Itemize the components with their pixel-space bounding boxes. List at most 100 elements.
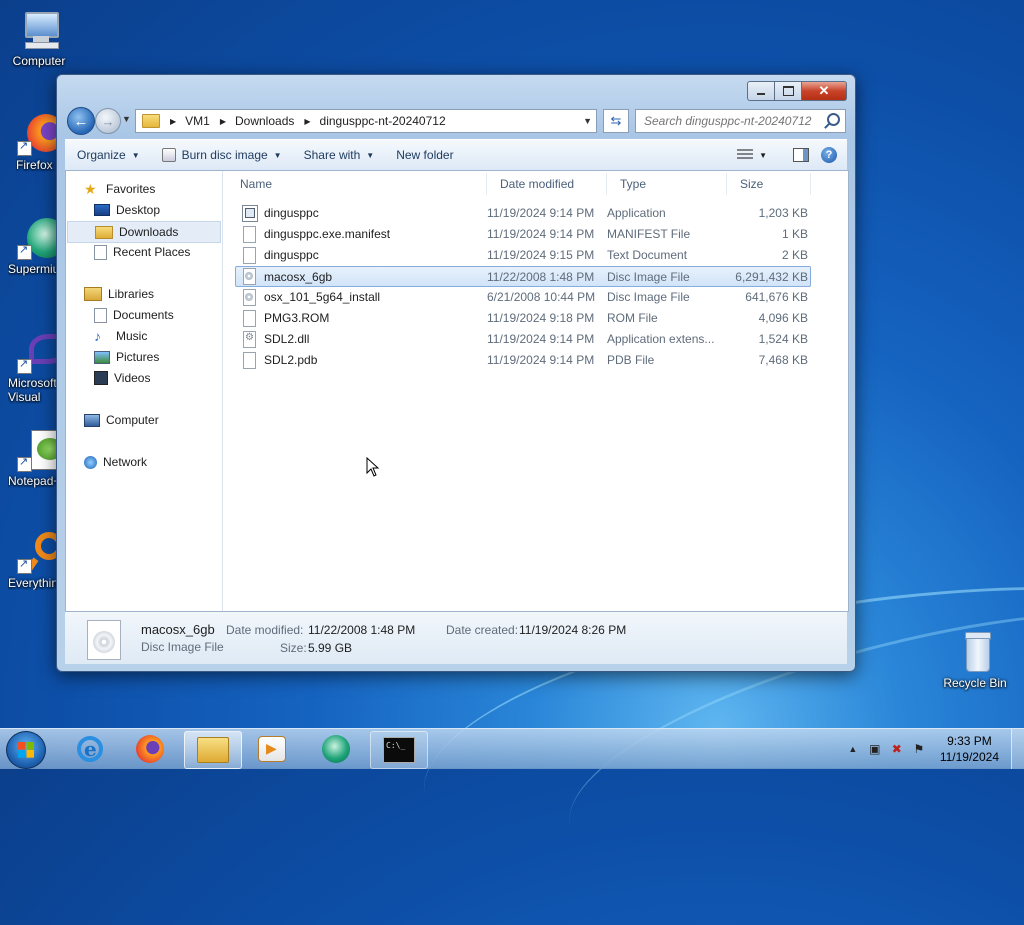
forward-button[interactable]: → — [95, 108, 121, 134]
folder-icon — [142, 114, 160, 128]
details-file-type: Disc Image File — [141, 640, 224, 654]
breadcrumb-current-folder[interactable]: dingusppc-nt-20240712 — [320, 114, 446, 128]
back-button[interactable]: ← — [67, 107, 95, 135]
file-row[interactable]: dingusppc 11/19/2024 9:15 PM Text Docume… — [236, 245, 810, 265]
nav-videos[interactable]: Videos — [94, 368, 150, 388]
column-header-name[interactable]: Name — [240, 171, 490, 197]
breadcrumb-separator-icon[interactable]: ▶ — [220, 117, 226, 126]
chevron-down-icon: ▼ — [366, 150, 375, 160]
file-row-selected[interactable]: macosx_6gb 11/22/2008 1:48 PM Disc Image… — [235, 266, 811, 287]
file-row[interactable]: dingusppc 11/19/2024 9:14 PM Application… — [236, 203, 810, 223]
new-folder-button[interactable]: New folder — [388, 143, 461, 167]
star-icon: ★ — [84, 181, 97, 197]
details-modified-value: 11/22/2008 1:48 PM — [308, 623, 416, 637]
nav-desktop[interactable]: Desktop — [94, 200, 160, 220]
file-row[interactable]: dingusppc.exe.manifest 11/19/2024 9:14 P… — [236, 224, 810, 244]
nav-label: Favorites — [106, 182, 156, 196]
taskbar-media-player[interactable] — [244, 731, 300, 767]
file-row[interactable]: SDL2.pdb 11/19/2024 9:14 PM PDB File 7,4… — [236, 350, 810, 370]
action-center-flag-icon[interactable]: ⚑ — [912, 742, 926, 756]
nav-label: Computer — [106, 413, 159, 427]
organize-button[interactable]: Organize ▼ — [69, 143, 148, 167]
details-pane: macosx_6gb Disc Image File Date modified… — [65, 612, 847, 664]
nav-recent-places[interactable]: Recent Places — [94, 242, 190, 262]
network-status-icon[interactable]: ▣ — [868, 742, 882, 756]
breadcrumb-separator-icon[interactable]: ▶ — [170, 117, 176, 126]
search-input[interactable] — [642, 110, 826, 132]
file-size: 641,676 KB — [745, 290, 808, 304]
refresh-button[interactable]: ⇆ — [603, 109, 629, 133]
start-button[interactable] — [6, 731, 46, 769]
file-type: Disc Image File — [607, 290, 690, 304]
nav-favorites[interactable]: ★ Favorites — [84, 179, 155, 199]
search-box[interactable] — [635, 109, 846, 133]
command-prompt-icon — [383, 737, 415, 763]
view-options-chevron-icon[interactable]: ▼ — [759, 151, 767, 160]
everything-search-icon — [17, 530, 63, 574]
column-header-size[interactable]: Size — [740, 171, 810, 197]
search-icon[interactable] — [827, 113, 840, 126]
file-size: 1 KB — [781, 227, 808, 241]
file-row[interactable]: PMG3.ROM 11/19/2024 9:18 PM ROM File 4,0… — [236, 308, 810, 328]
nav-documents[interactable]: Documents — [94, 305, 174, 325]
breadcrumb-separator-icon[interactable]: ▶ — [304, 117, 310, 126]
preview-pane-icon[interactable] — [793, 148, 809, 162]
breadcrumb-downloads[interactable]: Downloads — [235, 114, 294, 128]
show-desktop-button[interactable] — [1011, 729, 1024, 769]
nav-label: Videos — [114, 371, 151, 385]
file-type: Text Document — [607, 248, 688, 262]
maximize-button[interactable] — [775, 81, 802, 101]
file-row[interactable]: SDL2.dll 11/19/2024 9:14 PM Application … — [236, 329, 810, 349]
file-row[interactable]: osx_101_5g64_install 6/21/2008 10:44 PM … — [236, 287, 810, 307]
breadcrumb-vm1[interactable]: VM1 — [185, 114, 210, 128]
desktop-icon-recycle-bin[interactable]: Recycle Bin — [940, 630, 1010, 690]
file-name: dingusppc.exe.manifest — [264, 227, 391, 241]
file-date: 11/19/2024 9:15 PM — [487, 248, 595, 262]
file-name: osx_101_5g64_install — [264, 290, 381, 304]
nav-libraries[interactable]: Libraries — [84, 284, 154, 304]
downloads-folder-icon — [95, 225, 113, 239]
nav-network[interactable]: Network — [84, 452, 147, 472]
show-hidden-icons-icon[interactable]: ▲ — [846, 742, 860, 756]
clock[interactable]: 9:33 PM 11/19/2024 — [940, 733, 999, 765]
volume-muted-icon[interactable]: ✖ — [890, 742, 904, 756]
disc-image-large-icon — [87, 620, 121, 660]
address-dropdown-icon[interactable]: ▼ — [583, 116, 592, 126]
file-list: Name Date modified Type Size dingusppc 1… — [224, 171, 848, 611]
firefox-icon — [17, 112, 65, 156]
file-date: 6/21/2008 10:44 PM — [487, 290, 596, 304]
minimize-icon — [757, 93, 765, 95]
desktop-icon-computer[interactable]: Computer — [4, 8, 74, 68]
column-header-type[interactable]: Type — [620, 171, 730, 197]
change-view-icon[interactable] — [737, 149, 754, 161]
nav-pictures[interactable]: Pictures — [94, 347, 159, 367]
file-icon — [243, 351, 256, 369]
shortcut-arrow-icon — [17, 557, 32, 574]
burn-disc-image-button[interactable]: Burn disc image ▼ — [154, 143, 290, 167]
minimize-button[interactable] — [747, 81, 775, 101]
recent-pages-button[interactable]: ▼ — [122, 114, 131, 124]
taskbar-internet-explorer[interactable] — [62, 731, 118, 767]
nav-label: Documents — [113, 308, 174, 322]
nav-label: Recent Places — [113, 245, 191, 259]
taskbar-supermium[interactable] — [308, 731, 364, 767]
network-icon — [84, 455, 97, 469]
shortcut-arrow-icon — [17, 455, 32, 472]
media-player-icon — [258, 736, 286, 762]
column-header-date-modified[interactable]: Date modified — [500, 171, 610, 197]
desktop-icon — [94, 204, 110, 216]
nav-music[interactable]: ♪ Music — [94, 326, 147, 346]
file-date: 11/19/2024 9:18 PM — [487, 311, 595, 325]
share-with-button[interactable]: Share with ▼ — [296, 143, 383, 167]
taskbar-windows-explorer[interactable] — [184, 731, 242, 769]
taskbar-command-prompt[interactable] — [370, 731, 428, 769]
internet-explorer-icon — [77, 736, 103, 762]
close-button[interactable]: ✕ — [802, 81, 847, 101]
address-bar[interactable]: ▶ VM1 ▶ Downloads ▶ dingusppc-nt-2024071… — [135, 109, 597, 133]
share-with-label: Share with — [303, 148, 361, 162]
help-icon[interactable]: ? — [821, 147, 837, 163]
nav-downloads[interactable]: Downloads — [67, 221, 221, 243]
taskbar-firefox[interactable] — [122, 731, 178, 767]
file-date: 11/22/2008 1:48 PM — [487, 269, 595, 284]
nav-computer[interactable]: Computer — [84, 410, 159, 430]
